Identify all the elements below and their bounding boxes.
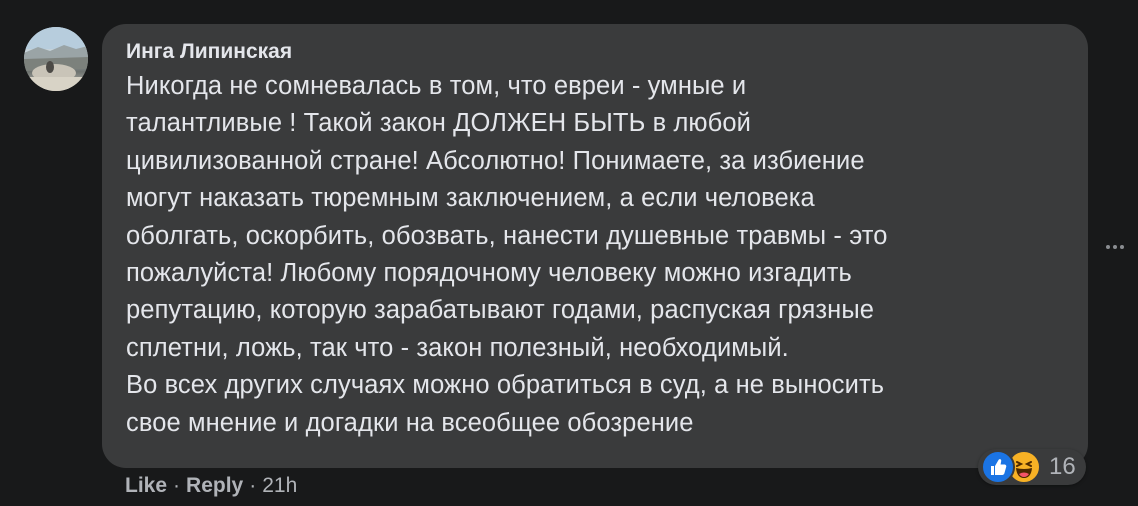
comment-text-line: Во всех других случаях можно обратиться …	[126, 371, 885, 400]
comment-text-line: талантливые ! Такой закон ДОЛЖЕН БЫТЬ в …	[126, 109, 751, 138]
comment-actions: Like · Reply · 21h	[125, 472, 297, 500]
comment-text: Никогда не сомневалась в том, что евреи …	[126, 68, 1058, 442]
reply-button[interactable]: Reply	[186, 472, 243, 500]
comment-text-line: репутацию, которую зарабатывают годами, …	[126, 296, 875, 325]
comment-text-line: свое мнение и догадки на всеобщее обозре…	[126, 408, 694, 437]
action-separator: ·	[249, 474, 257, 497]
comment-text-line: цивилизованной стране! Абсолютно! Понима…	[126, 146, 865, 175]
like-button[interactable]: Like	[125, 472, 167, 500]
comment-text-line: сплетни, ложь, так что - закон полезный,…	[126, 333, 789, 362]
avatar[interactable]	[24, 27, 88, 91]
like-icon	[981, 450, 1015, 484]
action-separator: ·	[173, 474, 181, 497]
comment-author[interactable]: Инга Липинская	[126, 38, 1058, 66]
more-options-button[interactable]	[1100, 232, 1130, 262]
comment-bubble: Инга Липинская Никогда не сомневалась в …	[102, 24, 1088, 468]
comment-text-line: Никогда не сомневалась в том, что евреи …	[126, 72, 747, 100]
comment-view: Инга Липинская Никогда не сомневалась в …	[0, 0, 1138, 506]
reactions-summary[interactable]: 16	[978, 449, 1086, 485]
comment-text-line: могут наказать тюремным заключением, а е…	[126, 184, 815, 213]
comment-text-line: пожалуйста! Любому порядочному человеку …	[126, 259, 852, 288]
reaction-count: 16	[1049, 453, 1076, 480]
comment-text-line: оболгать, оскорбить, обозвать, нанести д…	[126, 221, 888, 250]
more-icon	[1106, 245, 1124, 249]
avatar-photo	[24, 27, 88, 91]
comment-timestamp[interactable]: 21h	[262, 472, 297, 500]
